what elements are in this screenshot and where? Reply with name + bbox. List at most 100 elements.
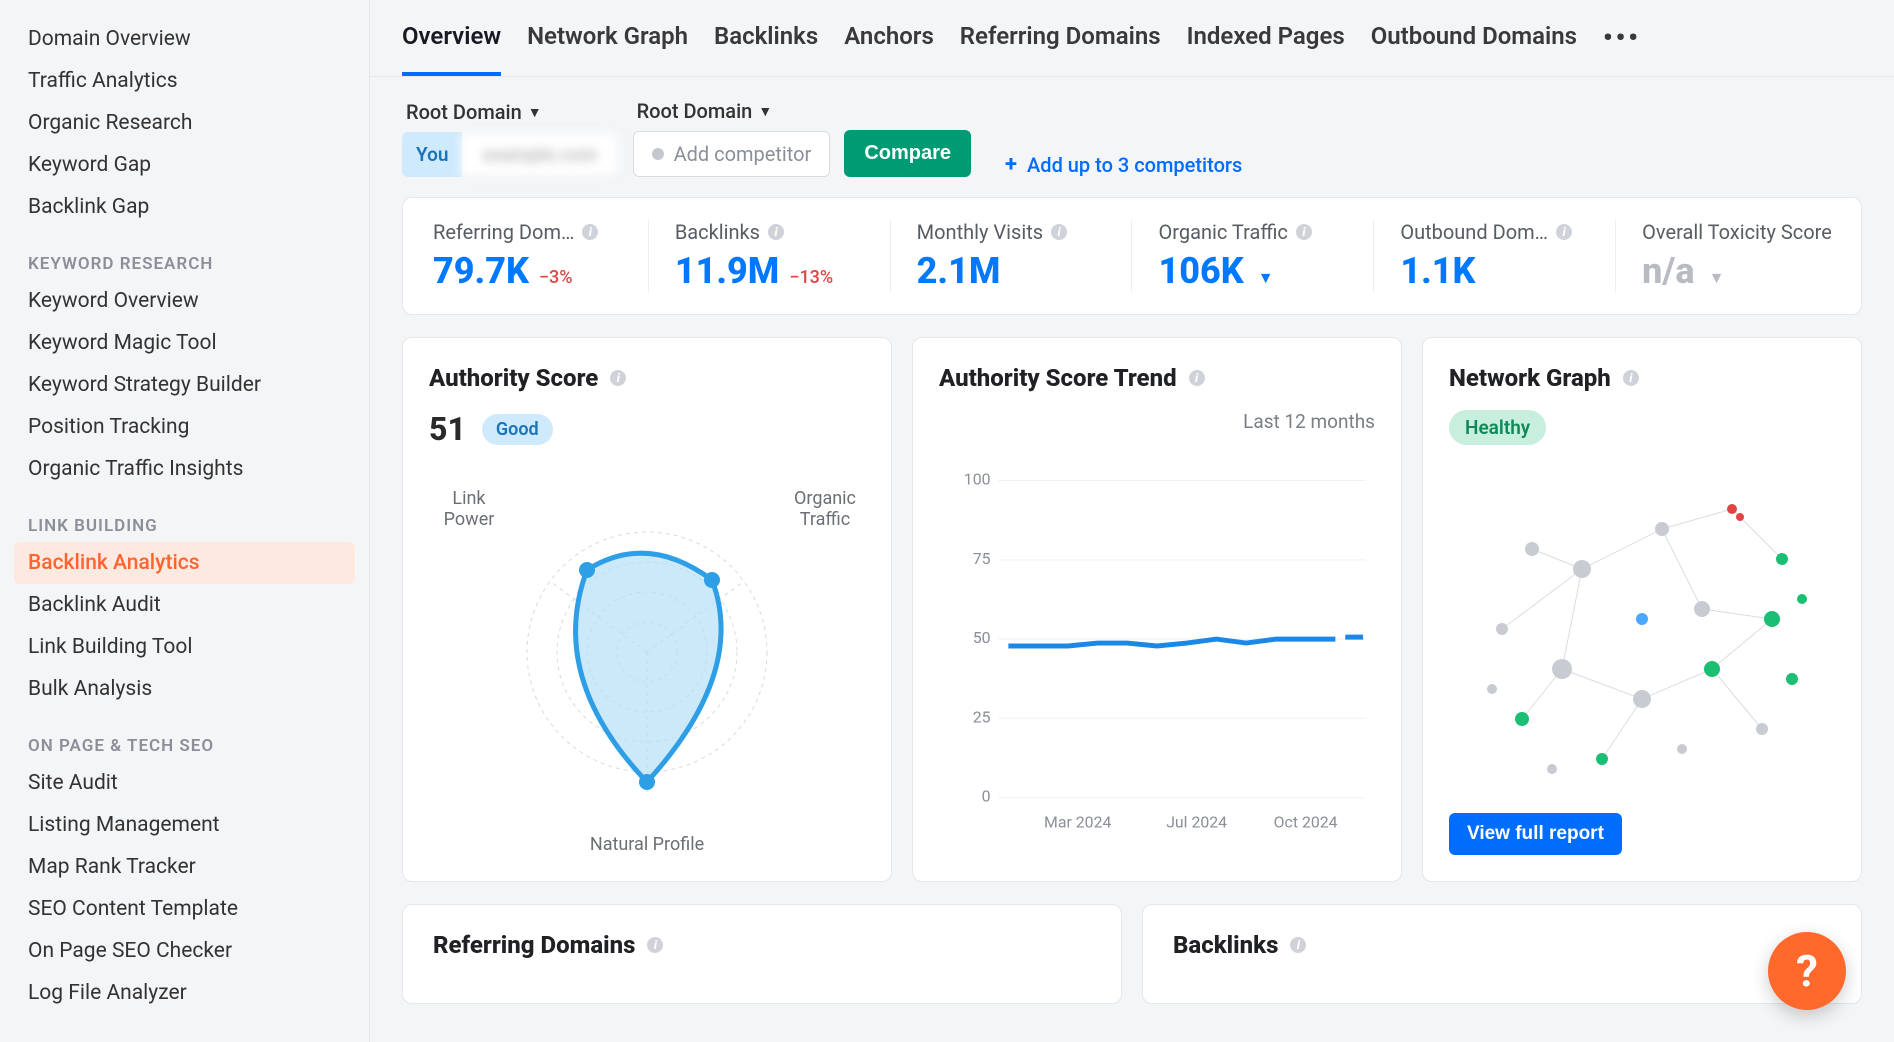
sidebar-item-backlink-analytics[interactable]: Backlink Analytics <box>14 542 355 584</box>
svg-text:Oct 2024: Oct 2024 <box>1274 812 1338 831</box>
svg-text:75: 75 <box>973 549 991 568</box>
sidebar-item[interactable]: Position Tracking <box>14 406 355 448</box>
info-icon[interactable]: i <box>1051 224 1067 240</box>
sidebar-item[interactable]: Backlink Audit <box>14 584 355 626</box>
sidebar-item[interactable]: Organic Research <box>14 102 355 144</box>
you-chip[interactable]: You <box>402 132 462 177</box>
report-tabs: Overview Network Graph Backlinks Anchors… <box>370 0 1894 77</box>
add-competitors-link[interactable]: + Add up to 3 competitors <box>1005 152 1242 177</box>
info-icon[interactable]: i <box>768 224 784 240</box>
card-referring-domains: Referring Domains i <box>402 904 1122 1004</box>
sidebar-item[interactable]: Keyword Strategy Builder <box>14 364 355 406</box>
sidebar-heading-keyword: KEYWORD RESEARCH <box>14 228 355 280</box>
authority-score-value: 51 <box>429 410 466 448</box>
tab-referring-domains[interactable]: Referring Domains <box>960 22 1161 76</box>
content: Referring Dom…i 79.7K−3% Backlinksi 11.9… <box>370 177 1894 1024</box>
scope-select-you[interactable]: Root Domain ▼ <box>402 98 619 126</box>
metric-organic-traffic[interactable]: Organic Traffic i 106K ▼ <box>1132 220 1374 292</box>
tab-overview[interactable]: Overview <box>402 22 501 76</box>
sidebar-item[interactable]: Listing Management <box>14 804 355 846</box>
scope-select-competitor[interactable]: Root Domain ▼ <box>633 97 831 125</box>
info-icon[interactable]: i <box>1623 370 1639 386</box>
info-icon[interactable]: i <box>1290 937 1306 953</box>
compare-button[interactable]: Compare <box>844 130 971 177</box>
metric-referring-domains[interactable]: Referring Dom…i 79.7K−3% <box>407 220 649 292</box>
tab-backlinks[interactable]: Backlinks <box>714 22 818 76</box>
chevron-down-icon[interactable]: ▼ <box>1258 268 1274 288</box>
svg-text:Mar 2024: Mar 2024 <box>1044 812 1111 831</box>
radar-axis-label: Organic Traffic <box>785 488 865 530</box>
card-title-text: Authority Score <box>429 364 598 392</box>
card-authority-trend: Authority Score Trend i Last 12 months 1… <box>912 337 1402 882</box>
sidebar-item[interactable]: Link Building Tool <box>14 626 355 668</box>
sidebar-item[interactable]: Log File Analyzer <box>14 972 355 1014</box>
metric-value: 79.7K <box>433 250 529 292</box>
card-title-text: Backlinks <box>1173 931 1278 959</box>
sidebar: Domain Overview Traffic Analytics Organi… <box>0 0 370 1042</box>
chevron-down-icon[interactable]: ▼ <box>1709 268 1725 288</box>
sidebar-item[interactable]: Organic Traffic Insights <box>14 448 355 490</box>
sidebar-item[interactable]: Keyword Overview <box>14 280 355 322</box>
domain-chip[interactable]: example.com <box>462 132 618 177</box>
plus-icon: + <box>1005 152 1017 177</box>
sidebar-item[interactable]: On Page SEO Checker <box>14 930 355 972</box>
tab-anchors[interactable]: Anchors <box>844 22 934 76</box>
tab-outbound-domains[interactable]: Outbound Domains <box>1371 22 1577 76</box>
chevron-down-icon: ▼ <box>528 104 542 121</box>
metric-delta: −3% <box>539 267 573 288</box>
view-full-report-button[interactable]: View full report <box>1449 813 1622 855</box>
radar-axis-label: Natural Profile <box>590 834 704 855</box>
dot-icon <box>652 148 664 160</box>
tab-network-graph[interactable]: Network Graph <box>527 22 688 76</box>
metric-value: n/a <box>1642 250 1694 292</box>
sidebar-item[interactable]: Domain Overview <box>14 18 355 60</box>
sidebar-item[interactable]: Keyword Gap <box>14 144 355 186</box>
metric-delta: −13% <box>789 267 833 288</box>
bottom-row: Referring Domains i Backlinks i <box>402 904 1862 1004</box>
trend-chart: 100 75 50 25 0 <box>939 443 1375 855</box>
sidebar-item[interactable]: Bulk Analysis <box>14 668 355 710</box>
metric-value: 11.9M <box>675 250 779 292</box>
metric-monthly-visits[interactable]: Monthly Visits i 2.1M <box>891 220 1133 292</box>
authority-score-badge: Good <box>482 414 553 445</box>
info-icon[interactable]: i <box>610 370 626 386</box>
svg-text:25: 25 <box>973 707 991 726</box>
sidebar-heading-link: LINK BUILDING <box>14 490 355 542</box>
sidebar-heading-onpage: ON PAGE & TECH SEO <box>14 710 355 762</box>
chevron-down-icon: ▼ <box>758 103 772 120</box>
metric-value: 106K <box>1158 250 1243 292</box>
tab-indexed-pages[interactable]: Indexed Pages <box>1187 22 1345 76</box>
info-icon[interactable]: i <box>647 937 663 953</box>
trend-subtitle: Last 12 months <box>939 410 1375 433</box>
metric-toxicity[interactable]: Overall Toxicity Scorei n/a▼ <box>1616 220 1857 292</box>
sidebar-item[interactable]: Backlink Gap <box>14 186 355 228</box>
sidebar-item[interactable]: Traffic Analytics <box>14 60 355 102</box>
sidebar-item[interactable]: Keyword Magic Tool <box>14 322 355 364</box>
metric-backlinks[interactable]: Backlinksi 11.9M−13% <box>649 220 891 292</box>
scope-label: Root Domain <box>406 100 522 124</box>
metric-label: Organic Traffic <box>1158 220 1287 244</box>
card-title-text: Network Graph <box>1449 364 1611 392</box>
svg-text:50: 50 <box>973 628 991 647</box>
network-graph-svg <box>1462 469 1822 789</box>
metric-outbound-domains[interactable]: Outbound Dom…i 1.1K <box>1374 220 1616 292</box>
metric-label: Monthly Visits <box>917 220 1043 244</box>
sidebar-item[interactable]: Map Rank Tracker <box>14 846 355 888</box>
tab-more-icon[interactable]: ••• <box>1603 23 1641 75</box>
info-icon[interactable]: i <box>1296 224 1312 240</box>
competitor-input[interactable]: Add competitor <box>633 131 831 177</box>
metric-value: 2.1M <box>917 250 1001 292</box>
radar-axis-label: Link Power <box>429 488 509 530</box>
metrics-card: Referring Dom…i 79.7K−3% Backlinksi 11.9… <box>402 197 1862 315</box>
card-backlinks: Backlinks i <box>1142 904 1862 1004</box>
sidebar-item[interactable]: Site Audit <box>14 762 355 804</box>
svg-text:Jul 2024: Jul 2024 <box>1166 812 1227 831</box>
info-icon[interactable]: i <box>1189 370 1205 386</box>
toolbar: Root Domain ▼ You example.com Root Domai… <box>370 77 1894 177</box>
radar-chart <box>497 492 797 812</box>
help-button[interactable]: ? <box>1768 932 1846 1010</box>
info-icon[interactable]: i <box>582 224 598 240</box>
sidebar-item[interactable]: SEO Content Template <box>14 888 355 930</box>
svg-text:0: 0 <box>982 787 991 806</box>
info-icon[interactable]: i <box>1556 224 1572 240</box>
